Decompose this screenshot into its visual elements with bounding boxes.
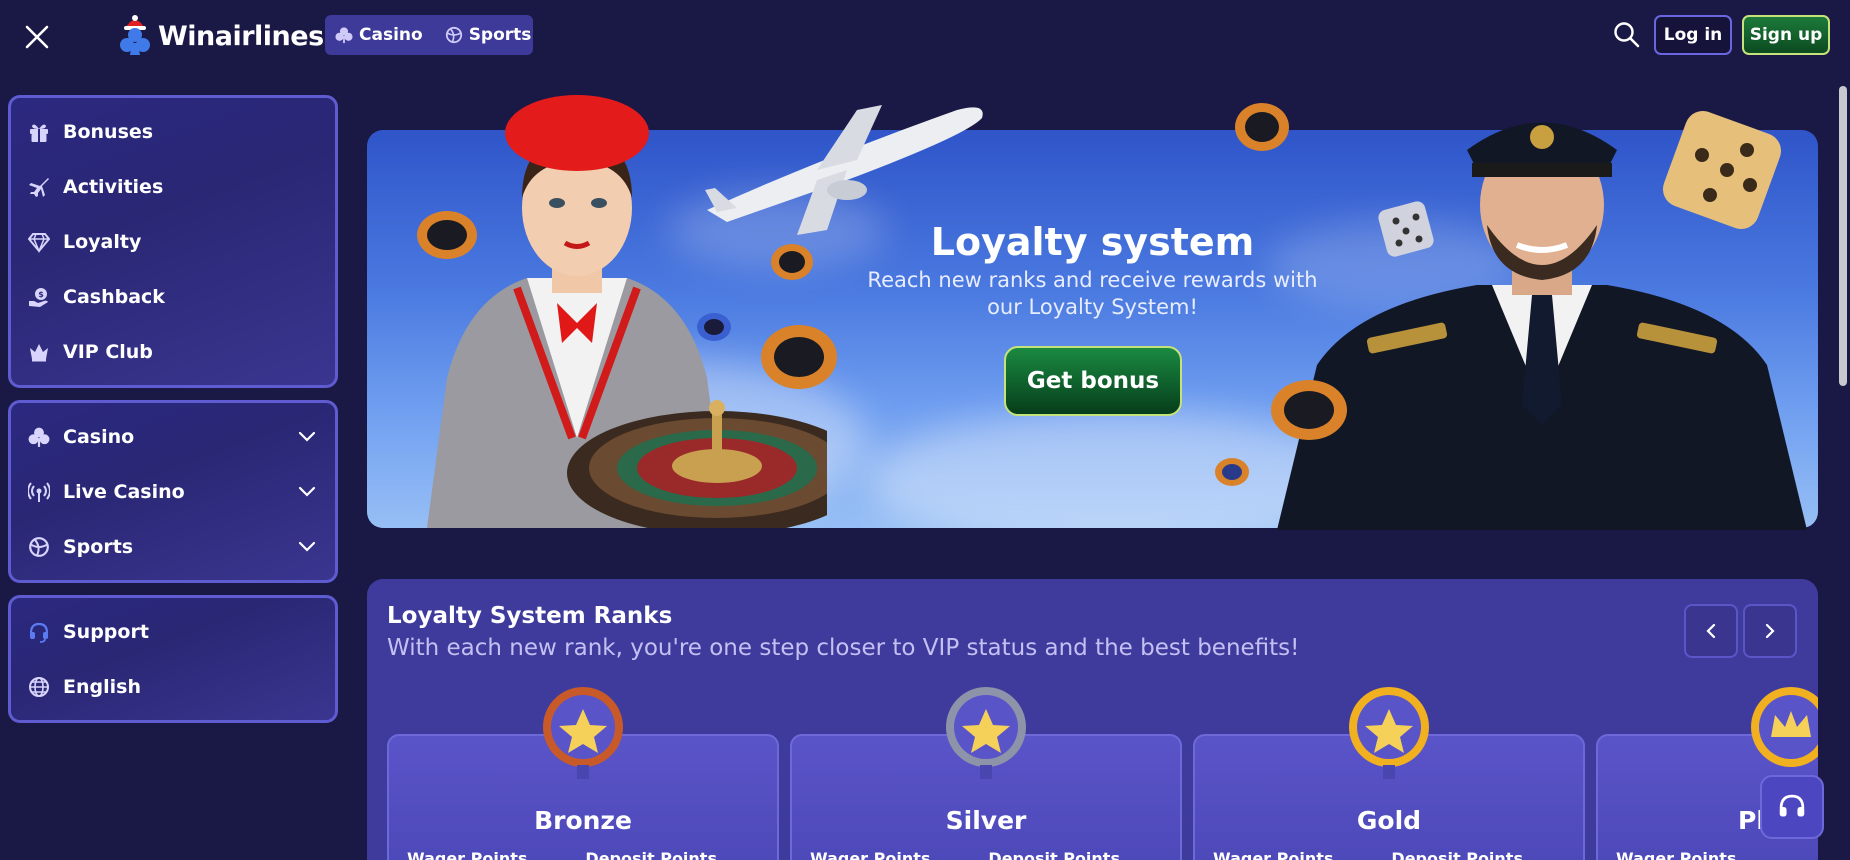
crown-icon: [27, 340, 51, 364]
sidebar-item-casino[interactable]: Casino: [11, 409, 335, 464]
search-icon: [1614, 22, 1640, 48]
wager-points-label: Wager Points: [1213, 849, 1334, 860]
mode-sports[interactable]: Sports: [445, 25, 532, 45]
sidebar-item-label: Support: [63, 620, 149, 643]
rank-name: Bronze: [534, 806, 632, 835]
wager-points-label: Wager Points: [407, 849, 528, 860]
sidebar-item-label: English: [63, 675, 141, 698]
chip-icon: [761, 325, 837, 389]
chip-icon: [1271, 380, 1347, 440]
chevron-down-icon[interactable]: [297, 426, 317, 446]
mode-casino[interactable]: Casino: [335, 25, 423, 45]
ranks-subtitle: With each new rank, you're one step clos…: [387, 635, 1300, 661]
login-button[interactable]: Log in: [1654, 15, 1732, 55]
bronze-medal-icon: [543, 687, 623, 779]
sidebar: Bonuses Activities Loyalty $ Cashback VI…: [8, 95, 338, 735]
wager-points-label: Wager Points: [1616, 849, 1737, 860]
sidebar-item-label: Activities: [63, 175, 164, 198]
chevron-right-icon: [1765, 623, 1775, 639]
logo-mark-icon: [120, 15, 150, 55]
sports-ball-icon: [27, 535, 51, 559]
diamond-icon: [27, 230, 51, 254]
chevron-down-icon[interactable]: [297, 536, 317, 556]
close-menu-button[interactable]: [22, 22, 52, 52]
sidebar-item-label: Sports: [63, 535, 134, 558]
sidebar-item-loyalty[interactable]: Loyalty: [11, 214, 335, 269]
banner-subtitle: Reach new ranks and receive rewards with…: [867, 268, 1318, 319]
cashback-icon: $: [27, 285, 51, 309]
sidebar-item-label: Live Casino: [63, 480, 185, 503]
sidebar-item-vip-club[interactable]: VIP Club: [11, 324, 335, 379]
ranks-prev-button[interactable]: [1684, 604, 1738, 658]
chevron-down-icon[interactable]: [297, 481, 317, 501]
close-icon: [25, 25, 49, 49]
top-bar: Winairlines Casino Sports Log in Sign up: [0, 0, 1850, 72]
rank-points: Wager Points: [1616, 849, 1736, 860]
mode-casino-label: Casino: [359, 25, 423, 45]
mode-sports-label: Sports: [468, 25, 532, 45]
airplane-icon: [27, 175, 51, 199]
wager-points-label: Wager Points: [810, 849, 931, 860]
sidebar-item-live-casino[interactable]: Live Casino: [11, 464, 335, 519]
support-chat-button[interactable]: [1760, 775, 1824, 839]
rank-points: Wager Points Deposit Points: [1213, 849, 1523, 860]
mode-switch: Casino Sports: [325, 15, 533, 55]
chip-icon: [697, 313, 731, 341]
sidebar-item-label: VIP Club: [63, 340, 153, 363]
signup-button[interactable]: Sign up: [1742, 15, 1830, 55]
ranks-next-button[interactable]: [1743, 604, 1797, 658]
site-logo[interactable]: Winairlines: [116, 14, 324, 58]
banner-title: Loyalty system: [930, 220, 1255, 264]
sidebar-item-label: Casino: [63, 425, 135, 448]
loyalty-ranks-section: Loyalty System Ranks With each new rank,…: [367, 579, 1818, 860]
logo-text: Winairlines: [158, 20, 324, 52]
sidebar-item-language[interactable]: English: [11, 659, 335, 714]
sidebar-item-support[interactable]: Support: [11, 604, 335, 659]
svg-text:$: $: [38, 290, 44, 299]
sidebar-item-sports[interactable]: Sports: [11, 519, 335, 574]
sidebar-item-label: Bonuses: [63, 120, 154, 143]
loyalty-banner: Loyalty system Reach new ranks and recei…: [367, 95, 1818, 530]
silver-medal-icon: [946, 687, 1026, 779]
headset-icon: [1779, 794, 1805, 817]
chevron-left-icon: [1706, 623, 1716, 639]
rank-points: Wager Points Deposit Points: [810, 849, 1120, 860]
sidebar-utility-group: Support English: [8, 595, 338, 723]
sidebar-item-label: Cashback: [63, 285, 165, 308]
crown-medal-icon: [1751, 687, 1818, 767]
search-button[interactable]: [1612, 20, 1642, 50]
deposit-points-label: Deposit Points: [1391, 849, 1523, 860]
sidebar-categories-group: Casino Live Casino Sports: [8, 400, 338, 583]
live-broadcast-icon: [27, 480, 51, 504]
club-icon: [27, 425, 51, 449]
gift-icon: [27, 120, 51, 144]
sidebar-item-bonuses[interactable]: Bonuses: [11, 104, 335, 159]
page-scrollbar[interactable]: [1836, 72, 1850, 860]
club-icon: [335, 27, 353, 44]
ranks-title: Loyalty System Ranks: [387, 603, 673, 629]
scrollbar-thumb[interactable]: [1839, 86, 1847, 386]
gold-medal-icon: [1349, 687, 1429, 779]
get-bonus-button[interactable]: Get bonus: [1004, 346, 1182, 416]
sidebar-primary-group: Bonuses Activities Loyalty $ Cashback VI…: [8, 95, 338, 388]
chip-icon: [1215, 458, 1249, 486]
airplane-illustration: [705, 105, 983, 235]
rank-name: Gold: [1356, 806, 1422, 835]
sports-ball-icon: [445, 26, 462, 44]
headset-icon: [27, 620, 51, 644]
globe-icon: [27, 675, 51, 699]
rank-name: Silver: [945, 806, 1027, 835]
rank-points: Wager Points Deposit Points: [407, 849, 717, 860]
chip-icon: [1235, 103, 1289, 151]
deposit-points-label: Deposit Points: [585, 849, 717, 860]
deposit-points-label: Deposit Points: [988, 849, 1120, 860]
sidebar-item-label: Loyalty: [63, 230, 142, 253]
sidebar-item-cashback[interactable]: $ Cashback: [11, 269, 335, 324]
sidebar-item-activities[interactable]: Activities: [11, 159, 335, 214]
